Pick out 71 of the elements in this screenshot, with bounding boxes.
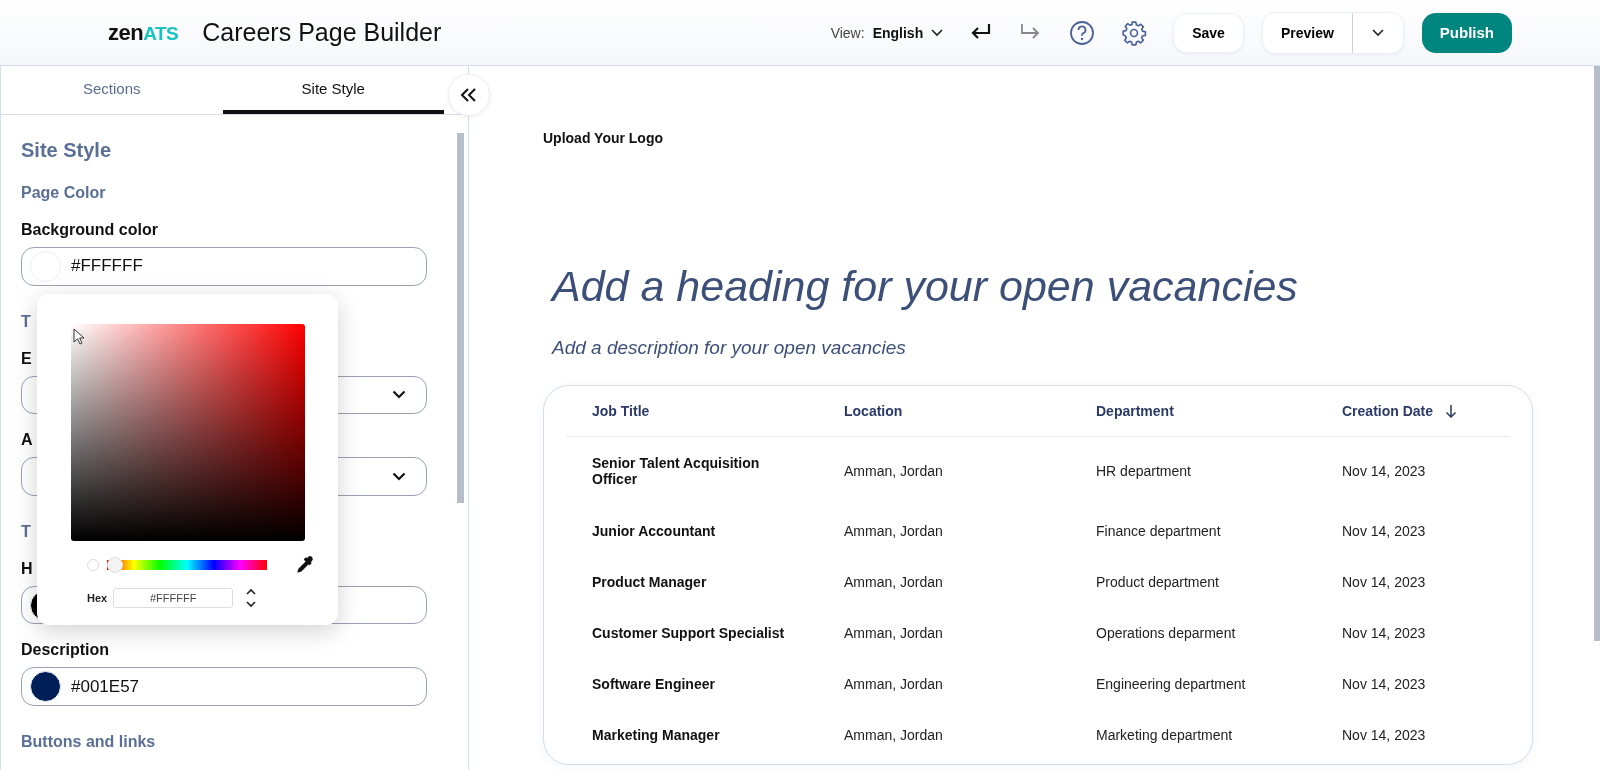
column-header[interactable]: Creation Date: [1342, 403, 1458, 419]
table-cell: Amman, Jordan: [844, 726, 943, 743]
table-cell: HR department: [1096, 463, 1191, 479]
color-field[interactable]: #001E57: [21, 667, 427, 706]
table-cell: Nov 14, 2023: [1342, 573, 1426, 590]
hex-input[interactable]: #FFFFFF: [113, 588, 234, 608]
scrollbar[interactable]: [1594, 66, 1600, 641]
cursor-icon: [73, 328, 85, 345]
table-cell: Amman, Jordan: [844, 463, 943, 479]
table-cell: Nov 14, 2023: [1342, 675, 1426, 692]
panel-heading: Site Style: [21, 139, 112, 162]
eyedropper-icon[interactable]: [295, 555, 315, 575]
job-title-cell[interactable]: Customer Support Specialist: [592, 624, 785, 641]
table-cell: Engineering department: [1096, 675, 1246, 692]
chevron-down-icon: [392, 472, 406, 481]
section-title: T: [21, 312, 31, 331]
preview-button[interactable]: Preview: [1262, 12, 1353, 53]
save-button[interactable]: Save: [1173, 12, 1244, 53]
table-cell: Nov 14, 2023: [1342, 726, 1426, 743]
collapse-button[interactable]: [448, 74, 490, 116]
section-title: T: [21, 522, 31, 541]
publish-button[interactable]: Publish: [1421, 12, 1512, 53]
section-title: Buttons and links: [21, 732, 156, 751]
vacancies-heading[interactable]: Add a heading for your open vacancies: [552, 262, 1298, 311]
table-cell: Operations deparment: [1096, 624, 1236, 641]
job-title-cell[interactable]: Software Engineer: [592, 675, 715, 692]
table-cell: Amman, Jordan: [844, 675, 943, 692]
table-cell: Nov 14, 2023: [1342, 463, 1426, 479]
saturation-area[interactable]: [71, 324, 305, 541]
hex-label: Hex: [87, 592, 108, 604]
job-title-cell[interactable]: Product Manager: [592, 573, 707, 590]
up-down-arrows-icon[interactable]: [245, 587, 258, 609]
table-cell: Nov 14, 2023: [1342, 522, 1426, 539]
table-cell: Amman, Jordan: [844, 573, 943, 590]
color-value: #FFFFFF: [71, 256, 143, 277]
logo-placeholder[interactable]: Upload Your Logo: [543, 130, 664, 146]
chevron-down-icon: [392, 390, 406, 400]
field-label: H: [21, 559, 33, 578]
field-label: Background color: [21, 221, 158, 239]
chevron-down-icon: [1371, 28, 1384, 37]
double-chevron-left-icon: [460, 88, 478, 102]
table-cell: Amman, Jordan: [844, 624, 943, 641]
color-field[interactable]: #FFFFFF: [21, 247, 427, 286]
column-header[interactable]: Job Title: [592, 403, 650, 419]
logo: zenATS: [108, 19, 179, 46]
field-label: A: [21, 431, 33, 450]
color-value: #001E57: [71, 676, 140, 697]
table-cell: Marketing department: [1096, 726, 1233, 743]
app-title: Careers Page Builder: [202, 18, 442, 47]
sort-down-icon: [1445, 404, 1458, 418]
job-title-cell[interactable]: Marketing Manager: [592, 726, 720, 743]
field-label: E: [21, 349, 32, 368]
help-icon[interactable]: [1069, 19, 1096, 46]
section-title: Page Color: [21, 184, 106, 202]
slider-thumb[interactable]: [107, 557, 123, 573]
hue-slider[interactable]: [107, 557, 267, 573]
settings-icon[interactable]: [1121, 19, 1148, 46]
view-label: View:: [830, 24, 865, 41]
job-title-cell[interactable]: Junior Accountant: [592, 522, 716, 539]
scrollbar[interactable]: [457, 133, 464, 503]
job-title-cell[interactable]: Senior Talent Acquisition Officer: [592, 455, 792, 487]
vacancies-description[interactable]: Add a description for your open vacancies: [552, 337, 906, 359]
field-label: Description: [21, 641, 109, 660]
table-cell: Finance department: [1096, 522, 1221, 539]
table-cell: Nov 14, 2023: [1342, 624, 1426, 641]
column-header[interactable]: Department: [1096, 403, 1174, 419]
chevron-down-icon: [931, 28, 944, 37]
column-header[interactable]: Location: [844, 403, 903, 419]
table-cell: Product department: [1096, 573, 1219, 590]
language-select[interactable]: English: [872, 24, 944, 41]
table-cell: Amman, Jordan: [844, 522, 943, 539]
